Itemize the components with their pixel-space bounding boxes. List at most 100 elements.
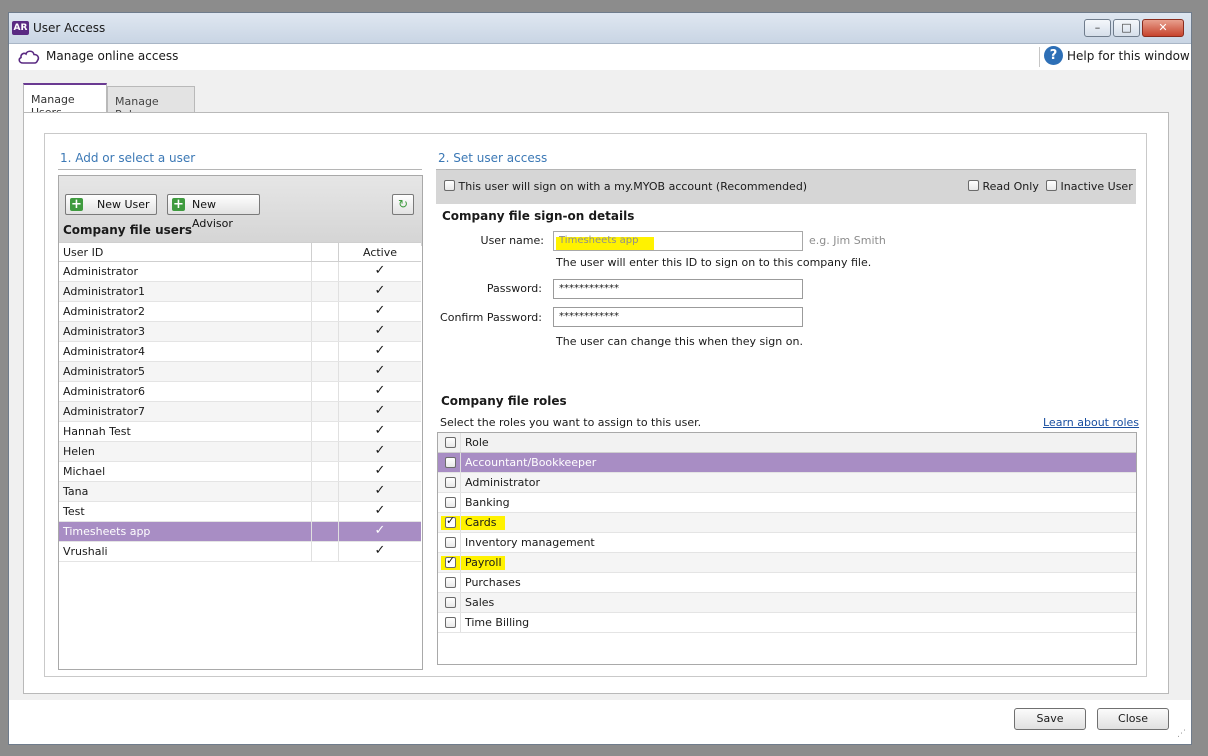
active-check-icon: ✓: [374, 363, 386, 378]
role-name: Payroll: [465, 556, 502, 569]
user-row[interactable]: Hannah Test ✓: [59, 422, 421, 442]
myob-signon-option[interactable]: This user will sign on with a my.MYOB ac…: [444, 180, 807, 193]
user-list-panel: + New User + New Advisor ↻ Company file …: [58, 175, 423, 670]
help-icon[interactable]: ?: [1044, 46, 1063, 65]
user-row[interactable]: Administrator4 ✓: [59, 342, 421, 362]
user-id-cell: Helen: [63, 445, 95, 458]
user-row[interactable]: Helen ✓: [59, 442, 421, 462]
role-name: Cards: [465, 516, 497, 529]
user-row[interactable]: Administrator ✓: [59, 262, 421, 282]
resize-grip-icon[interactable]: ⋰: [1177, 729, 1186, 739]
new-user-label: New User: [97, 198, 150, 211]
user-id-cell: Administrator5: [63, 365, 145, 378]
role-checkbox[interactable]: [445, 477, 456, 488]
inactive-user-option[interactable]: Inactive User: [1046, 180, 1133, 193]
tab-manage-users[interactable]: Manage Users: [23, 83, 107, 119]
username-label: User name:: [480, 234, 544, 247]
column-divider: [460, 473, 461, 492]
maximize-button[interactable]: □: [1113, 19, 1140, 37]
roles-header-row: Role: [438, 433, 1136, 453]
select-all-roles-checkbox[interactable]: [445, 437, 456, 448]
user-row[interactable]: Administrator3 ✓: [59, 322, 421, 342]
role-name: Administrator: [465, 476, 540, 489]
close-window-button[interactable]: ✕: [1142, 19, 1184, 37]
role-checkbox[interactable]: [445, 597, 456, 608]
myob-signon-checkbox[interactable]: [444, 180, 455, 191]
add-icon: +: [70, 197, 83, 212]
user-row[interactable]: Administrator7 ✓: [59, 402, 421, 422]
role-row[interactable]: Purchases: [438, 573, 1136, 593]
user-row[interactable]: Timesheets app ✓: [59, 522, 421, 542]
role-row[interactable]: Administrator: [438, 473, 1136, 493]
user-row[interactable]: Administrator5 ✓: [59, 362, 421, 382]
user-id-cell: Test: [63, 505, 85, 518]
new-advisor-button[interactable]: + New Advisor: [167, 194, 260, 230]
user-row[interactable]: Test ✓: [59, 502, 421, 522]
role-checkbox[interactable]: [445, 497, 456, 508]
col-user-id[interactable]: User ID: [63, 246, 103, 259]
active-check-icon: ✓: [374, 483, 386, 498]
column-divider: [311, 502, 312, 521]
user-row[interactable]: Michael ✓: [59, 462, 421, 482]
new-user-button[interactable]: + New User: [65, 194, 157, 215]
refresh-icon[interactable]: ↻: [392, 194, 414, 215]
learn-about-roles-link[interactable]: Learn about roles: [1043, 416, 1139, 429]
role-row[interactable]: Time Billing: [438, 613, 1136, 633]
user-row[interactable]: Administrator2 ✓: [59, 302, 421, 322]
user-id-cell: Administrator4: [63, 345, 145, 358]
myob-signon-label: This user will sign on with a my.MYOB ac…: [458, 180, 808, 193]
role-checkbox[interactable]: [445, 617, 456, 628]
inactive-user-checkbox[interactable]: [1046, 180, 1057, 191]
minimize-button[interactable]: –: [1084, 19, 1111, 37]
read-only-checkbox[interactable]: [968, 180, 979, 191]
username-field[interactable]: Timesheets app: [553, 231, 803, 251]
column-divider: [460, 613, 461, 632]
column-divider: [311, 302, 312, 321]
save-button[interactable]: Save: [1014, 708, 1086, 730]
column-divider: [311, 382, 312, 401]
active-check-icon: ✓: [374, 263, 386, 278]
signon-details-heading: Company file sign-on details: [442, 209, 635, 223]
user-row[interactable]: Tana ✓: [59, 482, 421, 502]
section-divider: [58, 169, 422, 170]
column-divider: [311, 282, 312, 301]
column-divider: [311, 462, 312, 481]
app-logo-icon: AR: [12, 21, 29, 35]
inactive-user-label: Inactive User: [1060, 180, 1133, 193]
user-row[interactable]: Administrator6 ✓: [59, 382, 421, 402]
user-id-cell: Vrushali: [63, 545, 108, 558]
col-active[interactable]: Active: [339, 246, 421, 259]
header-divider: [1039, 47, 1040, 67]
user-row[interactable]: Administrator1 ✓: [59, 282, 421, 302]
role-checkbox[interactable]: [445, 457, 456, 468]
user-id-cell: Hannah Test: [63, 425, 131, 438]
password-field[interactable]: ************: [553, 279, 803, 299]
confirm-password-field[interactable]: ************: [553, 307, 803, 327]
tab-manage-roles[interactable]: Manage Roles: [107, 86, 195, 121]
role-name: Time Billing: [465, 616, 530, 629]
section-title-add-user: 1. Add or select a user: [60, 151, 196, 165]
active-check-icon: ✓: [374, 383, 386, 398]
role-checkbox[interactable]: [445, 517, 456, 528]
user-grid-header: User ID Active: [59, 242, 421, 262]
user-id-cell: Timesheets app: [63, 525, 151, 538]
username-hint: The user will enter this ID to sign on t…: [556, 256, 872, 269]
section-title-set-access: 2. Set user access: [438, 151, 548, 165]
column-divider: [460, 453, 461, 472]
column-divider: [311, 442, 312, 461]
role-checkbox[interactable]: [445, 577, 456, 588]
user-id-cell: Administrator7: [63, 405, 145, 418]
close-button[interactable]: Close: [1097, 708, 1169, 730]
role-checkbox[interactable]: [445, 537, 456, 548]
role-checkbox[interactable]: [445, 557, 456, 568]
role-row[interactable]: Sales: [438, 593, 1136, 613]
role-row[interactable]: Banking: [438, 493, 1136, 513]
col-role[interactable]: Role: [465, 436, 489, 449]
role-row[interactable]: Payroll: [438, 553, 1136, 573]
role-row[interactable]: Inventory management: [438, 533, 1136, 553]
read-only-option[interactable]: Read Only: [968, 180, 1039, 193]
user-row[interactable]: Vrushali ✓: [59, 542, 421, 562]
help-link[interactable]: Help for this window: [1067, 49, 1190, 63]
role-row[interactable]: Accountant/Bookkeeper: [438, 453, 1136, 473]
role-row[interactable]: Cards: [438, 513, 1136, 533]
